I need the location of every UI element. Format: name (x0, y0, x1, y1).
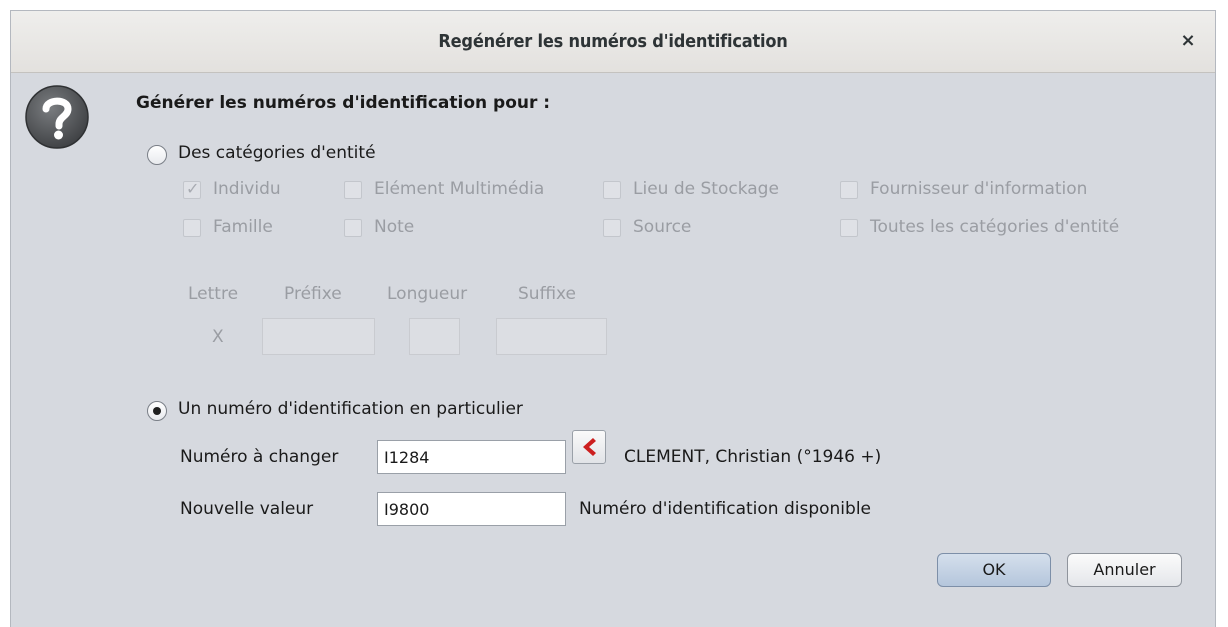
entity-picker-button[interactable] (572, 430, 606, 464)
checkbox-note[interactable] (344, 219, 362, 237)
checkbox-multimedia[interactable] (344, 181, 362, 199)
radio-single-id-label: Un numéro d'identification en particulie… (178, 399, 523, 419)
checkbox-famille-label: Famille (213, 217, 273, 237)
radio-categories-label: Des catégories d'entité (178, 143, 376, 163)
letter-header: Lettre (188, 284, 239, 304)
new-value-label: Nouvelle valeur (180, 499, 314, 519)
prefix-field[interactable] (262, 318, 375, 355)
checkbox-provider-label: Fournisseur d'information (870, 179, 1088, 199)
availability-status: Numéro d'identification disponible (579, 499, 872, 519)
suffix-header: Suffixe (518, 284, 576, 304)
suffix-field[interactable] (496, 318, 607, 355)
dialog-title: Regénérer les numéros d'identification (438, 31, 788, 52)
checkbox-storage[interactable] (603, 181, 621, 199)
number-to-change-field[interactable]: I1284 (377, 440, 566, 474)
checkbox-individu-label: Individu (213, 179, 281, 199)
title-bar: Regénérer les numéros d'identification × (11, 11, 1215, 73)
question-icon (25, 85, 89, 149)
close-icon[interactable]: × (1177, 30, 1199, 52)
prefix-header: Préfixe (284, 284, 342, 304)
checkbox-source[interactable] (603, 219, 621, 237)
checkbox-note-label: Note (374, 217, 415, 237)
checkbox-all-categories-label: Toutes les catégories d'entité (870, 217, 1120, 237)
radio-single-id[interactable] (147, 401, 167, 421)
new-value-field[interactable]: I9800 (377, 492, 566, 526)
cancel-button[interactable]: Annuler (1067, 553, 1182, 587)
back-arrow-icon (583, 438, 596, 456)
checkbox-multimedia-label: Elément Multimédia (374, 179, 545, 199)
entity-description: CLEMENT, Christian (°1946 +) (624, 447, 882, 467)
checkbox-individu[interactable] (183, 179, 201, 199)
ok-button[interactable]: OK (937, 553, 1051, 587)
radio-categories[interactable] (147, 145, 167, 165)
checkbox-famille[interactable] (183, 219, 201, 237)
length-field[interactable] (409, 318, 460, 355)
number-to-change-label: Numéro à changer (180, 447, 339, 467)
checkbox-storage-label: Lieu de Stockage (633, 179, 779, 199)
checkbox-all-categories[interactable] (840, 219, 858, 237)
letter-value: X (212, 327, 224, 347)
checkbox-provider[interactable] (840, 181, 858, 199)
generate-heading: Générer les numéros d'identification pou… (136, 93, 551, 113)
length-header: Longueur (387, 284, 468, 304)
checkbox-source-label: Source (633, 217, 692, 237)
